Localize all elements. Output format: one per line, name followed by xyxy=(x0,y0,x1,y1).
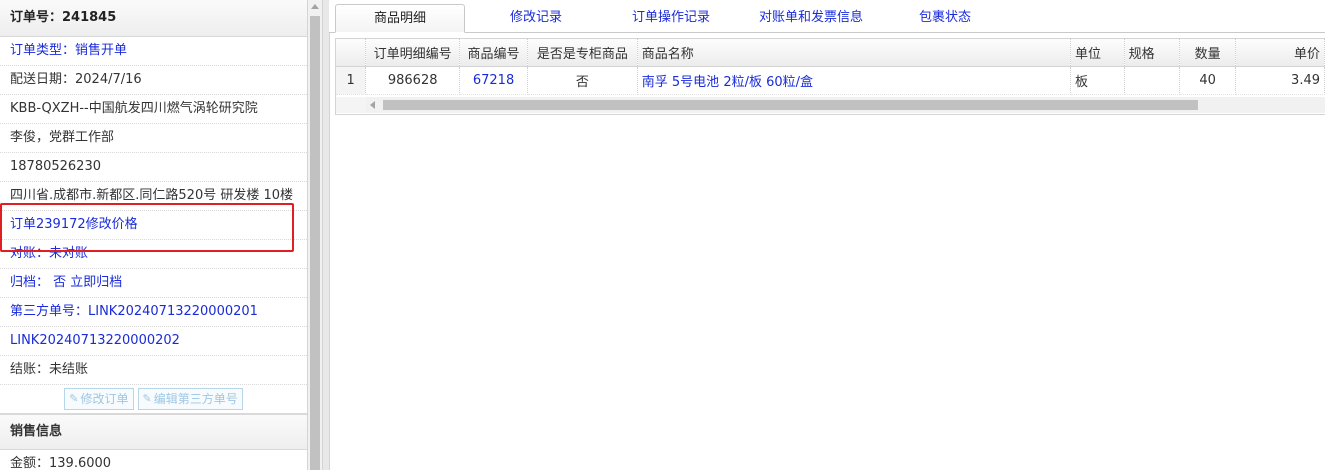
grid-horizontal-scrollbar[interactable] xyxy=(366,97,1325,113)
scroll-left-icon[interactable] xyxy=(370,101,375,109)
order-info-row: 18780526230 xyxy=(0,153,307,182)
order-number-title: 订单号：241845 xyxy=(0,0,307,37)
header-price[interactable]: 单价 xyxy=(1235,39,1325,67)
header-spec[interactable]: 规格 xyxy=(1124,39,1181,67)
edit-order-label: 修改订单 xyxy=(80,392,129,406)
row-number: 1 xyxy=(336,66,367,95)
header-detail-id[interactable]: 订单明细编号 xyxy=(365,39,461,67)
product-grid: 订单明细编号 商品编号 是否是专柜商品 商品名称 单位 规格 数量 单价 1 9… xyxy=(335,38,1325,115)
header-product-id[interactable]: 商品编号 xyxy=(459,39,528,67)
cell-unit: 板 xyxy=(1070,66,1125,95)
order-info-row[interactable]: LINK20240713220000202 xyxy=(0,327,307,356)
cell-qty: 40 xyxy=(1179,66,1236,95)
scrollbar-thumb[interactable] xyxy=(383,100,1198,110)
order-info-row: 结账：未结账 xyxy=(0,356,307,385)
highlight-box xyxy=(0,203,294,252)
order-info-row: 李俊，党群工作部 xyxy=(0,124,307,153)
edit-order-button[interactable]: ✎ 修改订单 xyxy=(64,388,134,410)
tab-modify-records[interactable]: 修改记录 xyxy=(471,4,601,32)
grid-corner xyxy=(336,97,366,113)
order-action-buttons: ✎ 修改订单 ✎ 编辑第三方单号 xyxy=(0,385,307,414)
scroll-up-icon[interactable] xyxy=(311,4,319,9)
cell-product-id-link[interactable]: 67218 xyxy=(459,66,528,95)
order-info-row[interactable]: 订单类型：销售开单 xyxy=(0,37,307,66)
header-unit[interactable]: 单位 xyxy=(1070,39,1125,67)
grid-header-row: 订单明细编号 商品编号 是否是专柜商品 商品名称 单位 规格 数量 单价 xyxy=(336,39,1325,67)
cell-price: 3.49 xyxy=(1235,66,1325,95)
scrollbar-thumb[interactable] xyxy=(310,16,320,470)
order-info-row[interactable]: 归档： 否 立即归档 xyxy=(0,269,307,298)
order-info-row: KBB-QXZH--中国航发四川燃气涡轮研究院 xyxy=(0,95,307,124)
table-row[interactable]: 1 986628 67218 否 南孚 5号电池 2粒/板 60粒/盒 板 40… xyxy=(336,66,1325,95)
left-scrollbar[interactable] xyxy=(308,0,322,470)
cell-product-name-link[interactable]: 南孚 5号电池 2粒/板 60粒/盒 xyxy=(637,66,1072,95)
edit-third-party-label: 编辑第三方单号 xyxy=(153,392,238,406)
tab-operation-records[interactable]: 订单操作记录 xyxy=(609,4,733,32)
edit-icon: ✎ xyxy=(142,392,152,405)
order-info-row[interactable]: 第三方单号：LINK20240713220000201 xyxy=(0,298,307,327)
sales-amount: 金额：139.6000 xyxy=(0,450,307,470)
order-detail-panel: 商品明细 修改记录 订单操作记录 对账单和发票信息 包裹状态 订单明细编号 商品… xyxy=(329,0,1325,470)
cell-spec xyxy=(1124,66,1181,95)
edit-icon: ✎ xyxy=(69,392,79,405)
detail-tabs: 商品明细 修改记录 订单操作记录 对账单和发票信息 包裹状态 xyxy=(329,0,1325,33)
header-counter[interactable]: 是否是专柜商品 xyxy=(527,39,638,67)
cell-counter: 否 xyxy=(527,66,638,95)
tab-package-status[interactable]: 包裹状态 xyxy=(895,4,995,32)
order-info-row: 配送日期：2024/7/16 xyxy=(0,66,307,95)
tab-statement-invoice[interactable]: 对账单和发票信息 xyxy=(741,4,881,32)
edit-third-party-button[interactable]: ✎ 编辑第三方单号 xyxy=(137,388,243,410)
cell-detail-id: 986628 xyxy=(365,66,461,95)
header-product-name[interactable]: 商品名称 xyxy=(637,39,1072,67)
header-rownum xyxy=(336,39,367,67)
tab-product-detail[interactable]: 商品明细 xyxy=(335,4,465,33)
sales-info-header: 销售信息 xyxy=(0,414,307,450)
header-qty[interactable]: 数量 xyxy=(1179,39,1236,67)
